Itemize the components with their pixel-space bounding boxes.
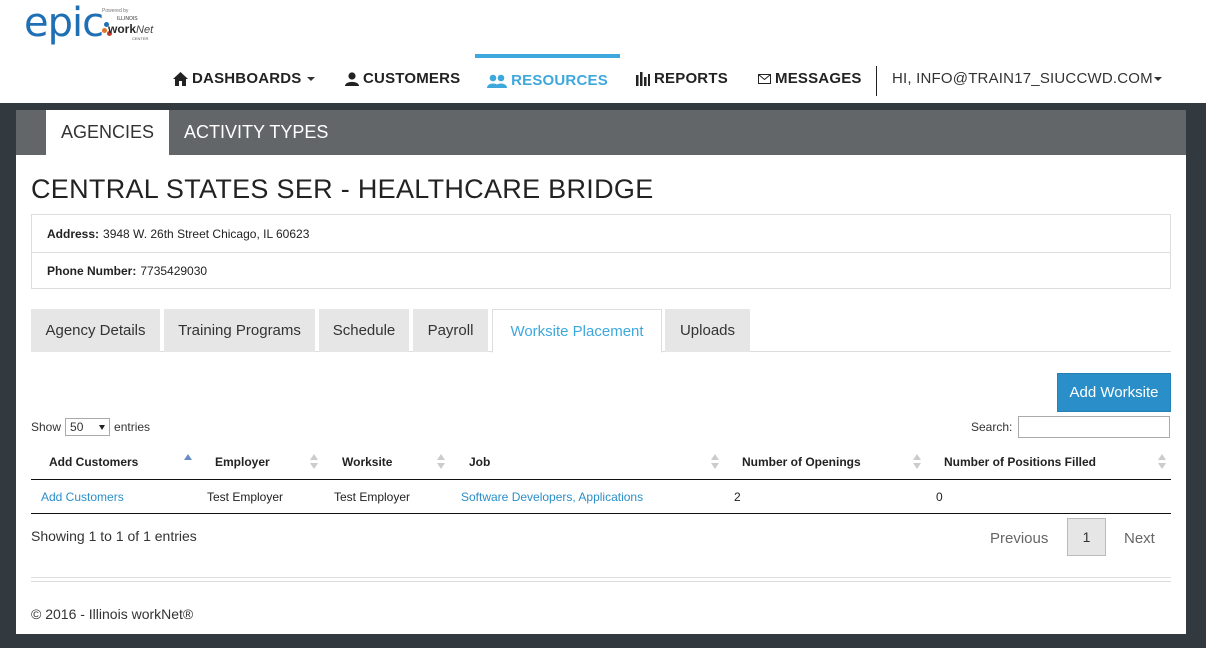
table-search: Search: bbox=[971, 416, 1171, 438]
tab-agency-details[interactable]: Agency Details bbox=[31, 309, 160, 352]
nav-customers-label: CUSTOMERS bbox=[363, 70, 461, 87]
user-menu-label: HI, INFO@TRAIN17_SIUCCWD.COM bbox=[892, 70, 1153, 87]
sort-icon bbox=[437, 454, 445, 470]
add-customers-link[interactable]: Add Customers bbox=[41, 480, 124, 514]
logo-wordmark: epic bbox=[24, 0, 104, 46]
footer-divider bbox=[31, 581, 1171, 582]
page-size-control: Show 50 entries bbox=[31, 418, 150, 436]
footer-copyright: © 2016 - Illinois workNet® bbox=[31, 606, 194, 622]
page-title: CENTRAL STATES SER - HEALTHCARE BRIDGE bbox=[31, 174, 654, 204]
column-header-worksite[interactable]: Worksite bbox=[342, 444, 392, 480]
nav-dashboards-label: DASHBOARDS bbox=[192, 70, 302, 87]
sort-asc-icon bbox=[184, 454, 192, 470]
table-info: Showing 1 to 1 of 1 entries bbox=[31, 528, 197, 544]
add-worksite-button[interactable]: Add Worksite bbox=[1057, 373, 1171, 412]
page-size-select[interactable]: 50 bbox=[65, 418, 111, 436]
column-header-employer[interactable]: Employer bbox=[215, 444, 270, 480]
nav-resources[interactable]: RESOURCES bbox=[475, 54, 620, 103]
subnav-activity-types[interactable]: ACTIVITY TYPES bbox=[169, 110, 343, 155]
search-input[interactable] bbox=[1018, 416, 1171, 438]
worksite-cell: Test Employer bbox=[334, 490, 411, 504]
sort-icon bbox=[310, 454, 318, 470]
column-header-add-customers[interactable]: Add Customers bbox=[49, 444, 138, 480]
previous-page-button[interactable]: Previous bbox=[990, 530, 1048, 547]
page-1-button[interactable]: 1 bbox=[1067, 518, 1106, 556]
subnav-agencies[interactable]: AGENCIES bbox=[46, 110, 169, 155]
sort-icon bbox=[711, 454, 719, 470]
table-header: Add Customers Employer Worksite Job Numb… bbox=[31, 444, 1171, 480]
page-size-value: 50 bbox=[70, 420, 84, 434]
nav-customers[interactable]: CUSTOMERS bbox=[345, 54, 460, 103]
nav-messages[interactable]: MESSAGES bbox=[758, 54, 862, 103]
chevron-down-icon bbox=[99, 424, 106, 430]
chevron-down-icon bbox=[1153, 76, 1162, 81]
logo-powered-by: Powered by bbox=[102, 8, 129, 14]
next-page-button[interactable]: Next bbox=[1124, 530, 1155, 547]
site-header: epic Powered by ILLINOIS workNet CENTER … bbox=[0, 0, 1206, 103]
entries-label: entries bbox=[114, 420, 151, 434]
openings-cell: 2 bbox=[734, 490, 741, 504]
show-label: Show bbox=[31, 420, 62, 434]
epic-logo[interactable]: epic Powered by ILLINOIS workNet CENTER bbox=[24, 0, 169, 46]
tab-worksite-placement[interactable]: Worksite Placement bbox=[492, 309, 662, 353]
search-label: Search: bbox=[971, 420, 1013, 434]
tab-payroll[interactable]: Payroll bbox=[413, 309, 488, 352]
nav-reports-label: REPORTS bbox=[654, 70, 728, 87]
logo-worknet: workNet bbox=[108, 22, 154, 36]
user-menu[interactable]: HI, INFO@TRAIN17_SIUCCWD.COM bbox=[892, 54, 1162, 103]
nav-reports[interactable]: REPORTS bbox=[636, 54, 728, 103]
column-header-number-of-openings[interactable]: Number of Openings bbox=[742, 444, 861, 480]
chevron-down-icon bbox=[306, 76, 315, 81]
nav-divider bbox=[876, 66, 877, 96]
column-header-positions-filled[interactable]: Number of Positions Filled bbox=[944, 444, 1096, 480]
nav-messages-label: MESSAGES bbox=[775, 70, 862, 87]
sort-icon bbox=[1158, 454, 1166, 470]
main-panel: AGENCIES ACTIVITY TYPES CENTRAL STATES S… bbox=[16, 110, 1186, 634]
address-value: 3948 W. 26th Street Chicago, IL 60623 bbox=[103, 226, 310, 241]
sort-icon bbox=[913, 454, 921, 470]
agency-tabs: Agency Details Training Programs Schedul… bbox=[31, 309, 1171, 353]
envelope-icon bbox=[758, 73, 771, 84]
address-label: Address: bbox=[47, 226, 100, 241]
home-icon bbox=[173, 71, 188, 86]
worksite-table: Add Customers Employer Worksite Job Numb… bbox=[31, 444, 1171, 514]
phone-value: 7735429030 bbox=[140, 264, 208, 278]
nav-dashboards[interactable]: DASHBOARDS bbox=[173, 54, 315, 103]
positions-filled-cell: 0 bbox=[936, 490, 943, 504]
tab-training-programs[interactable]: Training Programs bbox=[164, 309, 315, 352]
logo-center: CENTER bbox=[132, 36, 149, 41]
users-icon bbox=[487, 74, 508, 88]
agency-info-box: Address: 3948 W. 26th Street Chicago, IL… bbox=[31, 214, 1171, 289]
column-header-job[interactable]: Job bbox=[469, 444, 490, 480]
footer-divider bbox=[31, 577, 1171, 578]
section-subnav: AGENCIES ACTIVITY TYPES bbox=[16, 110, 1186, 155]
job-link[interactable]: Software Developers, Applications bbox=[461, 480, 643, 514]
main-nav: DASHBOARDS CUSTOMERS RESOURCES REPORTS M… bbox=[0, 54, 1206, 103]
nav-resources-label: RESOURCES bbox=[511, 72, 608, 89]
address-row: Address: 3948 W. 26th Street Chicago, IL… bbox=[32, 215, 1170, 252]
phone-row: Phone Number: 7735429030 bbox=[32, 252, 1170, 289]
phone-label: Phone Number: bbox=[47, 264, 137, 278]
user-icon bbox=[345, 71, 359, 86]
tab-schedule[interactable]: Schedule bbox=[319, 309, 409, 352]
tab-uploads[interactable]: Uploads bbox=[665, 309, 750, 352]
table-row: Add Customers Test Employer Test Employe… bbox=[31, 480, 1171, 514]
bar-chart-icon bbox=[636, 71, 650, 86]
employer-cell: Test Employer bbox=[207, 490, 284, 504]
